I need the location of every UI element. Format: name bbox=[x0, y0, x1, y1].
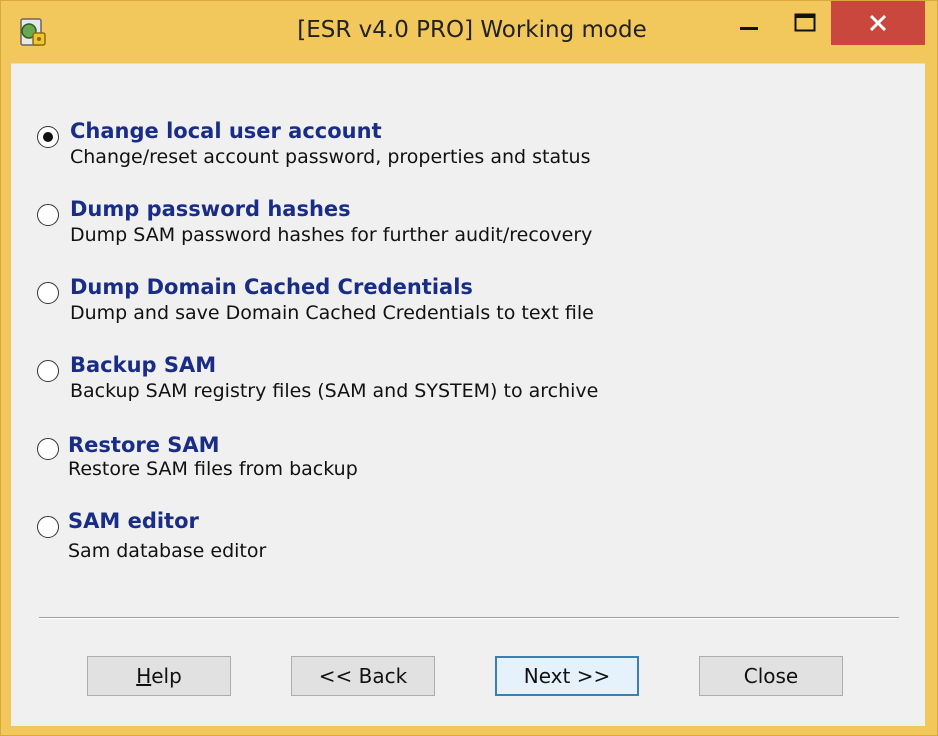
close-button[interactable]: Close bbox=[699, 656, 843, 696]
option-title: Backup SAM bbox=[70, 353, 217, 377]
radio-backup-sam[interactable] bbox=[37, 360, 59, 382]
radio-restore-sam[interactable] bbox=[37, 438, 59, 460]
back-button[interactable]: << Back bbox=[291, 656, 435, 696]
option-description: Restore SAM files from backup bbox=[68, 458, 358, 480]
option-description: Sam database editor bbox=[68, 540, 267, 562]
next-button[interactable]: Next >> bbox=[495, 656, 639, 696]
app-window: [ESR v4.0 PRO] Working mode Change local… bbox=[0, 0, 938, 736]
option-title: Dump Domain Cached Credentials bbox=[70, 275, 473, 299]
separator bbox=[39, 617, 899, 619]
radio-dump-password-hashes[interactable] bbox=[37, 204, 59, 226]
option-description: Backup SAM registry files (SAM and SYSTE… bbox=[70, 380, 599, 402]
minimize-button[interactable] bbox=[727, 1, 771, 45]
maximize-icon bbox=[794, 13, 816, 32]
option-title: Dump password hashes bbox=[70, 197, 351, 221]
option-description: Dump and save Domain Cached Credentials … bbox=[70, 302, 594, 324]
radio-dump-domain-cached-credentials[interactable] bbox=[37, 282, 59, 304]
help-label: elp bbox=[151, 664, 182, 688]
close-window-button[interactable] bbox=[831, 1, 925, 45]
maximize-button[interactable] bbox=[783, 1, 827, 45]
help-accelerator: H bbox=[136, 664, 152, 688]
help-button[interactable]: Help bbox=[87, 656, 231, 696]
option-title: Restore SAM bbox=[68, 433, 220, 457]
minimize-icon bbox=[740, 27, 758, 30]
radio-change-local-user-account[interactable] bbox=[37, 126, 59, 148]
option-description: Dump SAM password hashes for further aud… bbox=[70, 224, 593, 246]
title-bar[interactable]: [ESR v4.0 PRO] Working mode bbox=[1, 1, 938, 63]
radio-sam-editor[interactable] bbox=[37, 516, 59, 538]
close-icon bbox=[869, 14, 887, 32]
option-title: SAM editor bbox=[68, 509, 199, 533]
option-title: Change local user account bbox=[70, 119, 382, 143]
dialog-body: Change local user account Change/reset a… bbox=[11, 63, 925, 726]
option-description: Change/reset account password, propertie… bbox=[70, 146, 591, 168]
